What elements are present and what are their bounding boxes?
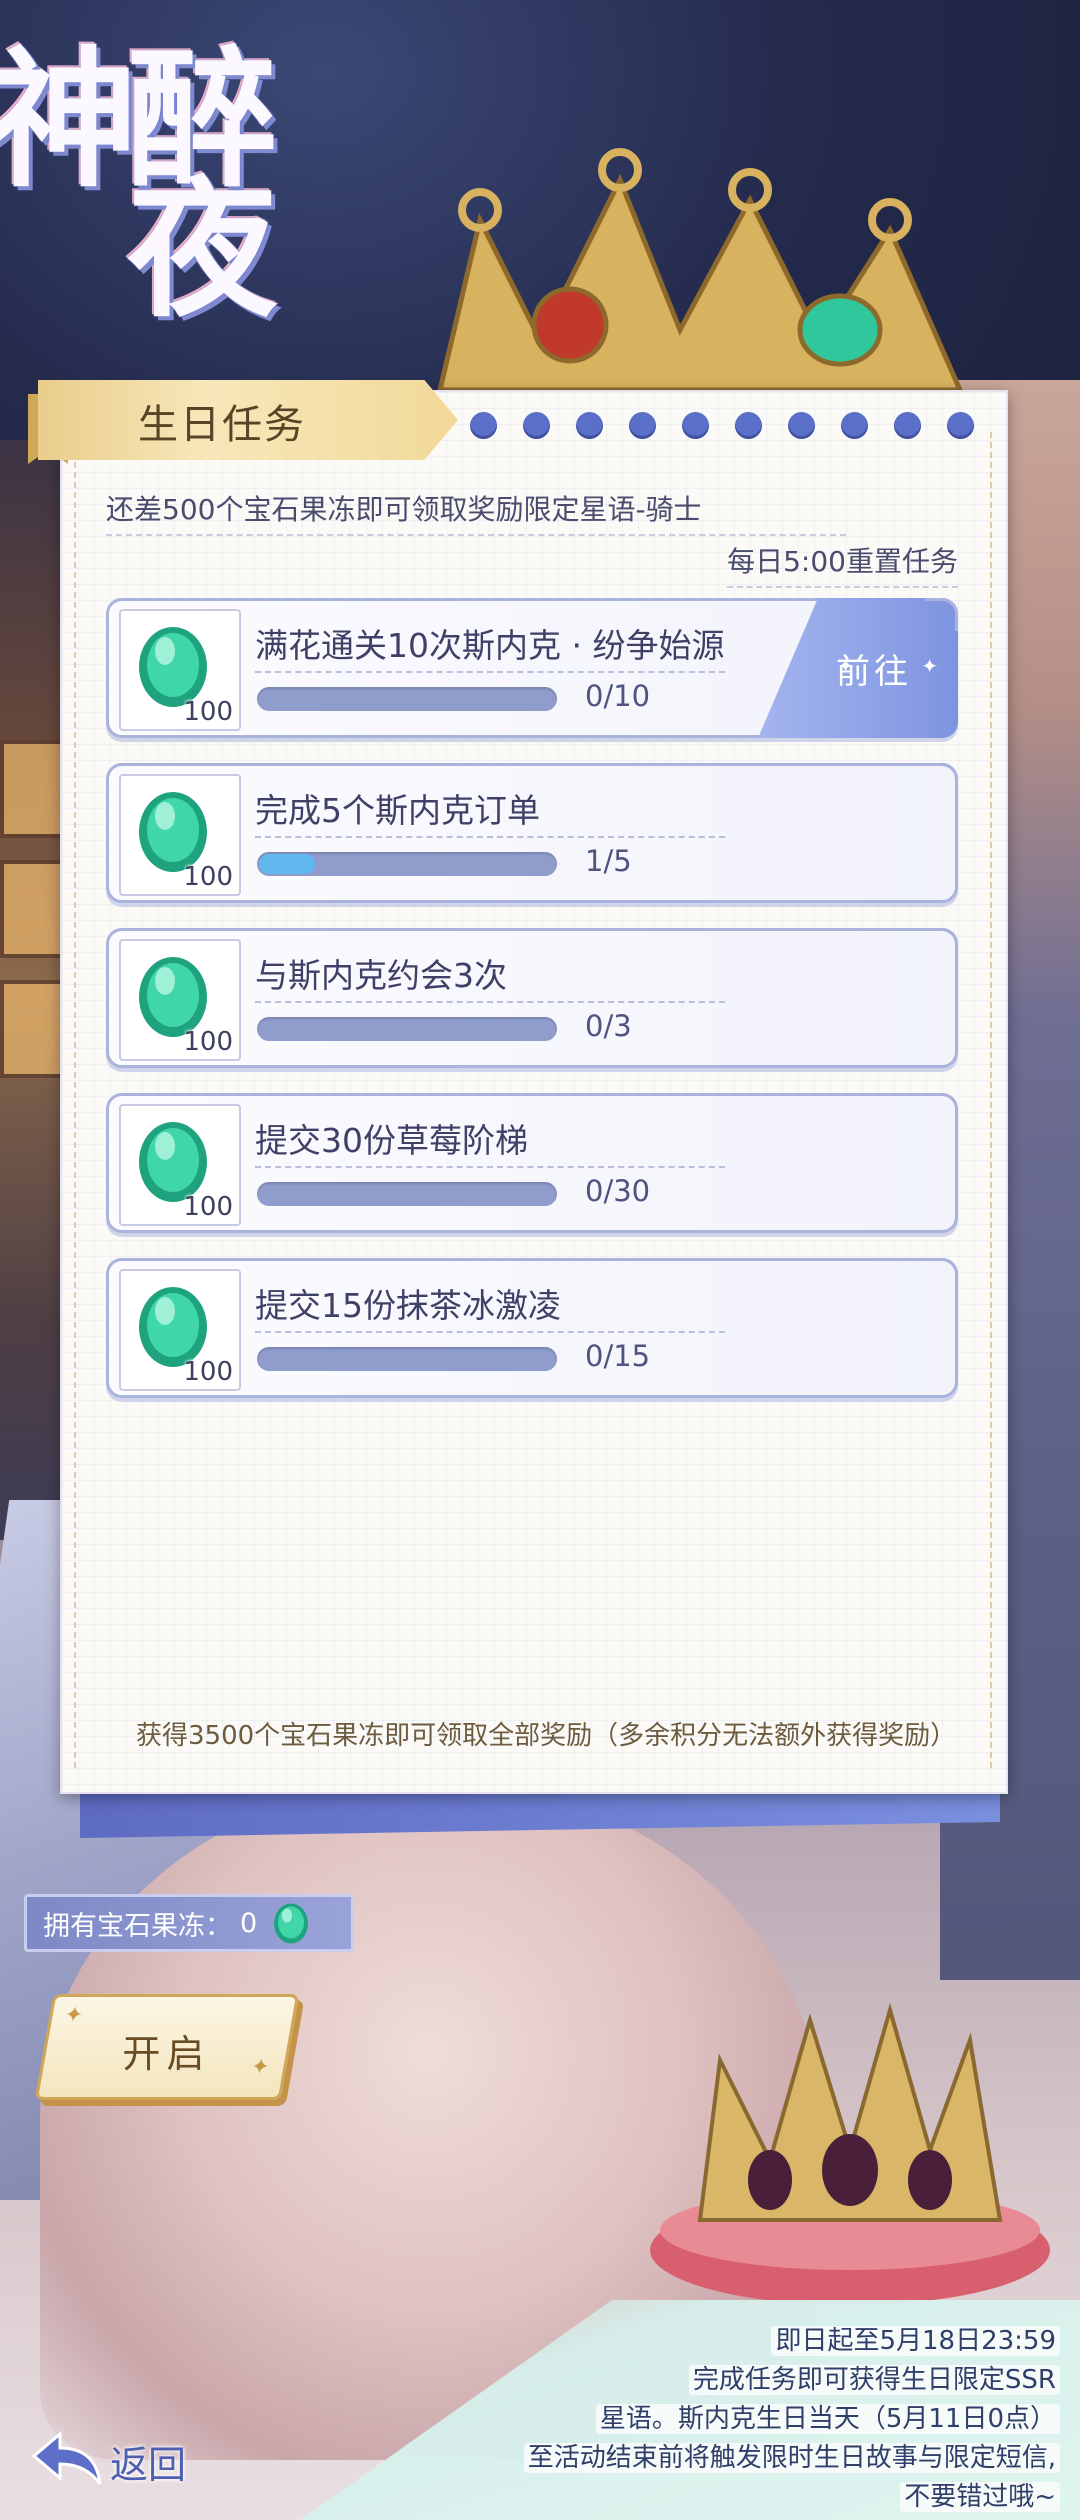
progress-text: 0/30 bbox=[585, 1174, 651, 1208]
reward-description: 还差500个宝石果冻即可领取奖励限定星语-骑士 bbox=[106, 488, 846, 536]
reward-count: 100 bbox=[183, 1357, 233, 1387]
progress-text: 0/10 bbox=[585, 679, 651, 713]
reward-slot[interactable]: 100 bbox=[119, 609, 241, 731]
task-title: 与斯内克约会3次 bbox=[255, 949, 725, 1003]
binder-hole bbox=[629, 412, 656, 439]
back-arrow-icon bbox=[31, 2430, 102, 2485]
owned-gem-count: 0 bbox=[240, 1907, 258, 1939]
gem-icon bbox=[274, 1903, 309, 1944]
task-title: 满花通关10次斯内克 · 纷争始源 bbox=[255, 619, 725, 673]
info-line: 不要错过哦~ bbox=[900, 2482, 1060, 2512]
reward-count: 100 bbox=[183, 1192, 233, 1222]
event-info-text: 即日起至5月18日23:59 完成任务即可获得生日限定SSR 星语。斯内克生日当… bbox=[340, 2322, 1060, 2517]
task-title: 完成5个斯内克订单 bbox=[255, 784, 725, 838]
progress-bar bbox=[257, 1182, 557, 1206]
progress-text: 0/15 bbox=[585, 1339, 651, 1373]
progress-bar bbox=[257, 1017, 557, 1041]
binder-hole bbox=[682, 412, 709, 439]
binder-hole bbox=[523, 412, 550, 439]
task-card: 100 提交15份抹茶冰激凌 0/15 bbox=[106, 1258, 958, 1398]
go-button[interactable]: ✦ 前往 ✦ bbox=[758, 598, 958, 738]
reward-slot[interactable]: 100 bbox=[119, 939, 241, 1061]
info-line: 至活动结束前将触发限时生日故事与限定短信, bbox=[523, 2443, 1060, 2473]
event-title-logo: 醉夜神 bbox=[0, 40, 278, 300]
owned-gem-counter: 拥有宝石果冻： 0 bbox=[24, 1894, 354, 1952]
open-button-label: 开启 bbox=[122, 2032, 211, 2076]
task-title: 提交15份抹茶冰激凌 bbox=[255, 1279, 725, 1333]
sparkle-icon: ✦ bbox=[921, 654, 942, 678]
back-button-label: 返回 bbox=[110, 2443, 187, 2487]
owned-gem-label: 拥有宝石果冻： bbox=[43, 1910, 232, 1942]
reward-count: 100 bbox=[183, 1027, 233, 1057]
reward-count: 100 bbox=[183, 862, 233, 892]
progress-text: 0/3 bbox=[585, 1009, 632, 1043]
task-card: 100 满花通关10次斯内克 · 纷争始源 0/10 ✦ 前往 ✦ bbox=[106, 598, 958, 738]
task-list: 100 满花通关10次斯内克 · 纷争始源 0/10 ✦ 前往 ✦ 100 完成… bbox=[106, 598, 958, 1423]
back-button[interactable]: 返回 bbox=[30, 2424, 200, 2494]
progress-fill bbox=[259, 854, 315, 874]
task-card: 100 提交30份草莓阶梯 0/30 bbox=[106, 1093, 958, 1233]
binder-hole bbox=[788, 412, 815, 439]
info-line: 即日起至5月18日23:59 bbox=[771, 2326, 1060, 2356]
progress-text: 1/5 bbox=[585, 844, 632, 878]
binder-hole bbox=[735, 412, 762, 439]
crown-cushion-decoration bbox=[650, 2002, 1050, 2305]
task-card: 100 与斯内克约会3次 0/3 bbox=[106, 928, 958, 1068]
tab-label: 生日任务 bbox=[138, 402, 306, 448]
info-line: 完成任务即可获得生日限定SSR bbox=[688, 2365, 1060, 2395]
panel-footer-note: 获得3500个宝石果冻即可领取全部奖励（多余积分无法额外获得奖励） bbox=[136, 1721, 957, 1751]
binder-hole bbox=[470, 412, 497, 439]
open-button[interactable]: ✦ ✦ 开启 bbox=[34, 1994, 300, 2100]
reward-slot[interactable]: 100 bbox=[119, 1269, 241, 1391]
binder-hole bbox=[841, 412, 868, 439]
binder-hole bbox=[894, 412, 921, 439]
binder-hole bbox=[947, 412, 974, 439]
reward-slot[interactable]: 100 bbox=[119, 774, 241, 896]
task-title: 提交30份草莓阶梯 bbox=[255, 1114, 725, 1168]
sparkle-icon: ✦ bbox=[838, 656, 858, 677]
binder-holes bbox=[470, 412, 974, 440]
progress-bar bbox=[257, 687, 557, 711]
reward-count: 100 bbox=[183, 697, 233, 727]
reward-slot[interactable]: 100 bbox=[119, 1104, 241, 1226]
binder-hole bbox=[576, 412, 603, 439]
tab-birthday-tasks: 生日任务 bbox=[28, 380, 458, 464]
progress-bar bbox=[257, 1347, 557, 1371]
crown-decoration bbox=[436, 148, 964, 393]
task-card: 100 完成5个斯内克订单 1/5 bbox=[106, 763, 958, 903]
birthday-task-panel: 生日任务 还差500个宝石果冻即可领取奖励限定星语-骑士 每日5:00重置任务 … bbox=[28, 380, 1008, 1794]
daily-reset-note: 每日5:00重置任务 bbox=[727, 540, 958, 588]
progress-bar bbox=[257, 852, 557, 876]
info-line: 星语。斯内克生日当天（5月11日0点） bbox=[595, 2404, 1060, 2434]
